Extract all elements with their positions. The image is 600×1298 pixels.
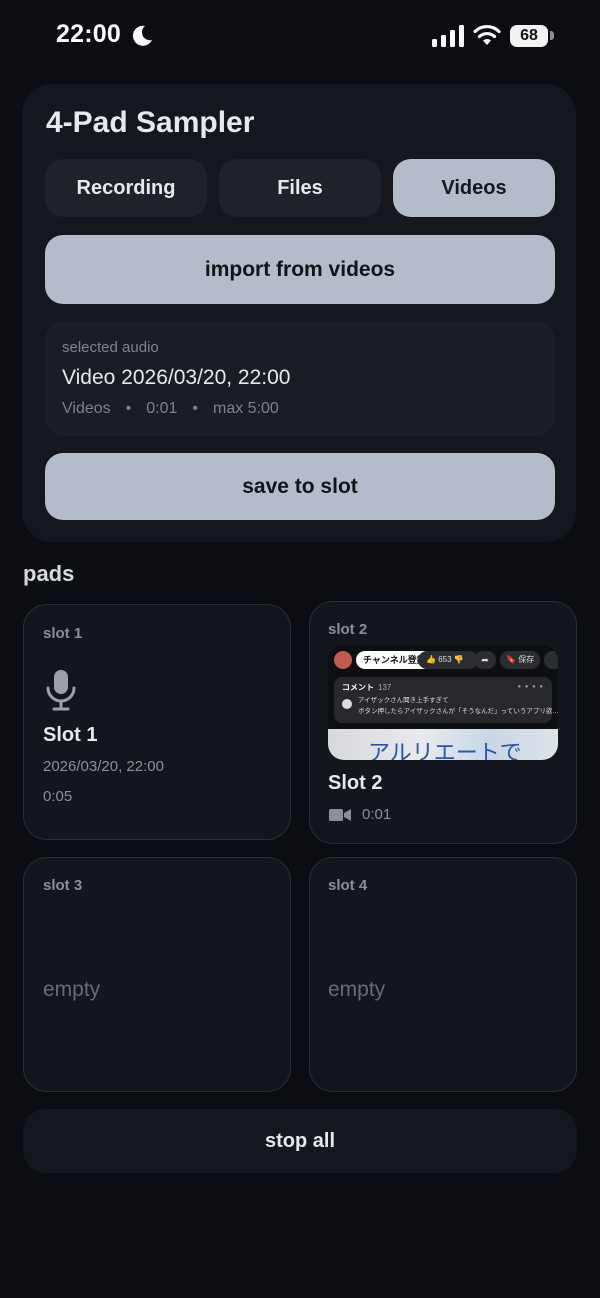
comment-line: アイザックさん聞き上手すぎて xyxy=(358,697,449,704)
selected-audio-source: Videos xyxy=(62,400,111,417)
video-camera-icon xyxy=(329,809,351,821)
video-thumbnail: チャンネル登録 👍 653 👎 ➦ 🔖 保存 コメント 137 ● ● ● ● ア… xyxy=(328,645,558,760)
microphone-icon xyxy=(46,670,76,711)
pad-slot-label: slot 2 xyxy=(328,621,368,638)
tab-files[interactable]: Files xyxy=(219,159,381,217)
comments-title: コメント 137 xyxy=(342,682,391,693)
like-count: 653 xyxy=(438,655,452,664)
comments-title-text: コメント xyxy=(342,683,374,692)
moon-icon xyxy=(132,25,152,46)
comments-count: 137 xyxy=(378,683,392,692)
pad-duration: 0:05 xyxy=(43,788,73,805)
battery-icon: 68 xyxy=(510,25,548,47)
thumbnail-save-label: 🔖 保存 xyxy=(500,651,540,669)
thumbnail-bottom-strip: アルリエートで xyxy=(328,729,558,760)
save-label: 保存 xyxy=(518,655,535,664)
pad-duration: 0:01 xyxy=(362,806,392,823)
selected-audio-label: selected audio xyxy=(62,339,159,356)
pad-name: Slot 1 xyxy=(43,724,98,746)
save-to-slot-button[interactable]: save to slot xyxy=(45,453,555,520)
page-title: 4-Pad Sampler xyxy=(46,106,255,139)
import-from-videos-button[interactable]: import from videos xyxy=(45,235,555,304)
status-time: 22:00 xyxy=(56,20,121,48)
selected-audio-duration: 0:01 xyxy=(146,400,178,417)
pad-empty-text: empty xyxy=(43,978,101,1001)
pager-dots: ● ● ● ● xyxy=(517,684,544,690)
selected-audio-title: Video 2026/03/20, 22:00 xyxy=(62,366,291,389)
avatar xyxy=(334,651,352,669)
thumbnail-bottom-text: アルリエートで xyxy=(368,741,522,760)
thumbnail-like-count: 👍 653 👎 xyxy=(418,651,478,669)
selected-audio-meta: Videos • 0:01 • max 5:00 xyxy=(62,400,279,418)
tab-videos[interactable]: Videos xyxy=(393,159,555,217)
pad-name: Slot 2 xyxy=(328,772,383,794)
thumbnail-comments: コメント 137 ● ● ● ● アイザックさん聞き上手すぎて ボタン押したらアイ… xyxy=(334,677,558,723)
pad-slot-label: slot 3 xyxy=(43,877,83,894)
pad-slot-label: slot 1 xyxy=(43,625,83,642)
status-bar: 22:00 68 xyxy=(0,0,600,72)
stop-all-button[interactable]: stop all xyxy=(23,1109,577,1173)
share-icon: ➦ xyxy=(474,651,496,669)
signal-icon xyxy=(432,25,464,47)
tab-recording[interactable]: Recording xyxy=(45,159,207,217)
pad-slot-label: slot 4 xyxy=(328,877,368,894)
selected-audio-max: max 5:00 xyxy=(213,400,279,417)
comment-line: ボタン押したらアイザックさんが「そうなんだ」っていうアプリ欲… xyxy=(358,708,558,715)
comment-avatar xyxy=(342,699,352,709)
meta-separator: • xyxy=(125,400,132,417)
more-icon xyxy=(544,651,558,669)
pad-empty-text: empty xyxy=(328,978,386,1001)
pad-date: 2026/03/20, 22:00 xyxy=(43,758,164,775)
pads-heading: pads xyxy=(23,561,75,586)
wifi-icon xyxy=(473,24,501,45)
battery-nub xyxy=(550,31,554,40)
meta-separator: • xyxy=(192,400,198,417)
